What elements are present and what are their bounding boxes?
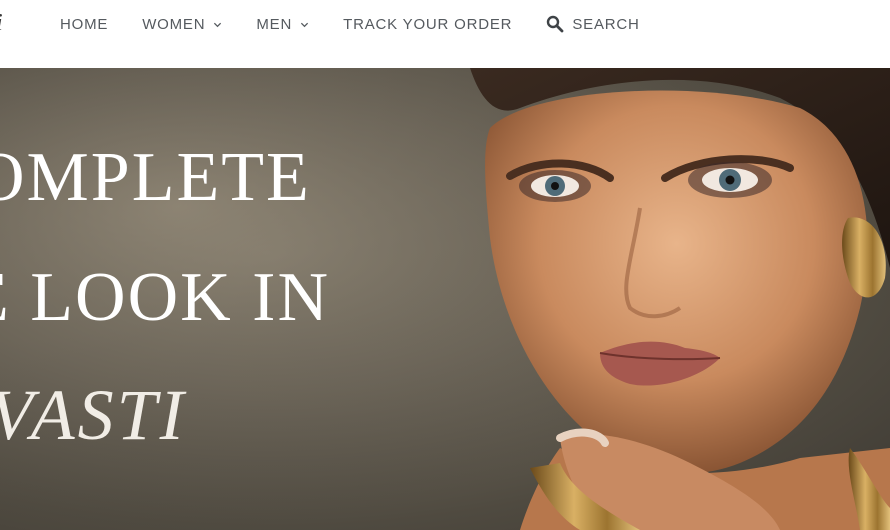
nav-track-order[interactable]: TRACK YOUR ORDER (343, 16, 512, 33)
site-header: i HOME WOMEN MEN TRACK YOUR ORDER (0, 0, 890, 68)
main-nav: HOME WOMEN MEN TRACK YOUR ORDER SEARCH (60, 0, 640, 48)
hero-line-3: IVASTI (0, 375, 187, 455)
nav-home[interactable]: HOME (60, 16, 108, 33)
search-icon (546, 15, 564, 33)
nav-home-label: HOME (60, 15, 109, 33)
hero-line-1: OMPLETE (0, 139, 311, 216)
chevron-down-icon (212, 19, 222, 29)
search-button[interactable]: SEARCH (546, 15, 639, 33)
hero-banner[interactable]: OMPLETE E LOOK IN IVASTI (0, 68, 890, 530)
site-logo[interactable]: i (0, 10, 3, 37)
chevron-down-icon (299, 19, 309, 29)
nav-women[interactable]: WOMEN (142, 16, 222, 33)
nav-track-order-label: TRACK YOUR ORDER (343, 15, 513, 33)
nav-men-label: MEN (256, 15, 293, 33)
search-label: SEARCH (572, 15, 640, 33)
nav-women-label: WOMEN (142, 15, 206, 33)
hero-line-2: E LOOK IN (0, 259, 331, 336)
nav-men[interactable]: MEN (256, 16, 309, 33)
